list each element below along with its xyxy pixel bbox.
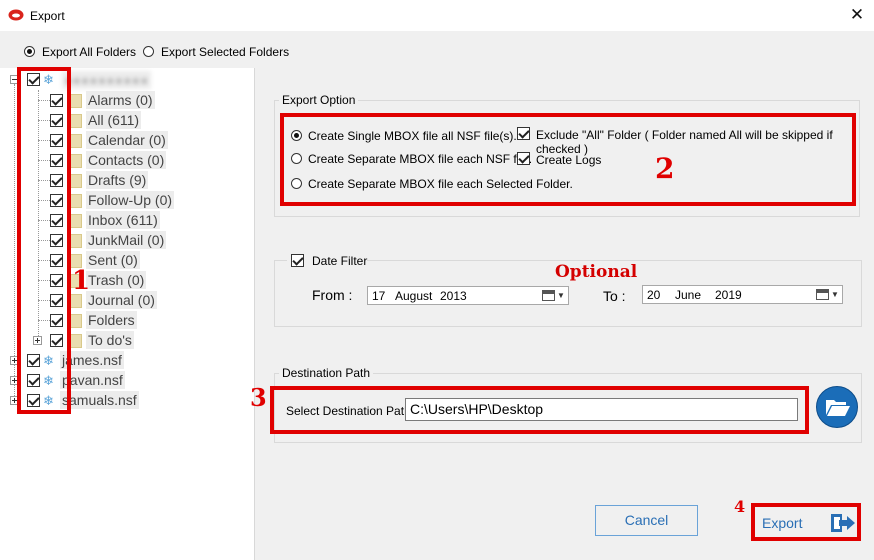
chevron-down-icon[interactable]: ▼ xyxy=(831,290,839,299)
tree-item-alarms[interactable]: Alarms (0) xyxy=(86,91,155,109)
exclude-all-checkbox[interactable] xyxy=(517,127,530,140)
to-date-picker[interactable]: 20 June 2019 ▼ xyxy=(642,285,843,304)
separate-mbox-folder-radio[interactable] xyxy=(291,178,302,189)
tree-item-drafts[interactable]: Drafts (9) xyxy=(86,171,149,189)
destination-path-input[interactable]: C:\Users\HP\Desktop xyxy=(405,398,798,421)
export-all-folders-label[interactable]: Export All Folders xyxy=(42,45,136,59)
exclude-all-label[interactable]: Exclude "All" Folder ( Folder named All … xyxy=(536,128,874,156)
tree-item-inbox[interactable]: Inbox (611) xyxy=(86,211,160,229)
tree-item-samuals-nsf[interactable]: samuals.nsf xyxy=(60,391,139,409)
export-all-folders-radio[interactable] xyxy=(24,46,35,57)
tree-item-trash[interactable]: Trash (0) xyxy=(86,271,147,289)
calendar-icon[interactable] xyxy=(542,290,555,301)
tree-item-contacts[interactable]: Contacts (0) xyxy=(86,151,167,169)
date-filter-label[interactable]: Date Filter xyxy=(312,254,367,268)
separate-mbox-nsf-radio[interactable] xyxy=(291,153,302,164)
cancel-button[interactable]: Cancel xyxy=(595,505,698,536)
chevron-down-icon[interactable]: ▼ xyxy=(557,291,565,300)
annotation-number-1: 1 xyxy=(72,266,91,296)
tree-item-all[interactable]: All (611) xyxy=(86,111,142,129)
tree-guide-line xyxy=(14,84,15,402)
export-button[interactable]: Export xyxy=(751,503,861,541)
app-logo-icon xyxy=(8,9,24,21)
single-mbox-label[interactable]: Create Single MBOX file all NSF file(s). xyxy=(308,129,517,143)
optional-annotation: Optional xyxy=(555,262,638,282)
to-label: To : xyxy=(603,288,626,304)
tree-item-calendar[interactable]: Calendar (0) xyxy=(86,131,168,149)
open-folder-icon xyxy=(826,400,850,416)
from-date-picker[interactable]: 17 August 2013 ▼ xyxy=(367,286,569,305)
export-selected-folders-radio[interactable] xyxy=(143,46,154,57)
export-arrow-icon xyxy=(831,514,855,532)
from-month: August xyxy=(395,289,433,303)
create-logs-label[interactable]: Create Logs xyxy=(536,153,601,167)
separate-mbox-nsf-label[interactable]: Create Separate MBOX file each NSF file. xyxy=(308,152,532,166)
export-selected-folders-label[interactable]: Export Selected Folders xyxy=(161,45,289,59)
root-label: ●●●●●●●●●● xyxy=(62,71,151,89)
tree-item-junkmail[interactable]: JunkMail (0) xyxy=(86,231,167,249)
tree-item-to-dos[interactable]: To do's xyxy=(86,331,134,349)
separate-mbox-folder-label[interactable]: Create Separate MBOX file each Selected … xyxy=(308,177,573,191)
select-destination-label: Select Destination Path xyxy=(286,404,411,418)
export-option-title: Export Option xyxy=(279,93,359,107)
tree-item-journal[interactable]: Journal (0) xyxy=(86,291,157,309)
from-label: From : xyxy=(312,287,353,303)
annotation-number-2: 2 xyxy=(655,152,675,185)
annotation-number-3: 3 xyxy=(250,383,267,412)
annotation-number-4: 4 xyxy=(734,497,746,516)
calendar-icon[interactable] xyxy=(816,289,829,300)
tree-item-folders[interactable]: Folders xyxy=(86,311,137,329)
tree-item-sent[interactable]: Sent (0) xyxy=(86,251,140,269)
single-mbox-radio[interactable] xyxy=(291,130,302,141)
to-year: 2019 xyxy=(715,288,742,302)
from-day: 17 xyxy=(372,289,386,303)
to-month: June xyxy=(675,288,702,302)
close-icon[interactable]: ✕ xyxy=(846,4,868,26)
annotation-box-1 xyxy=(17,67,71,414)
window-title: Export xyxy=(30,9,65,23)
date-filter-checkbox[interactable] xyxy=(291,254,304,267)
destination-path-title: Destination Path xyxy=(279,366,374,380)
from-year: 2013 xyxy=(440,289,467,303)
create-logs-checkbox[interactable] xyxy=(517,152,530,165)
export-button-label: Export xyxy=(762,515,803,531)
to-day: 20 xyxy=(647,288,661,302)
tree-item-follow-up[interactable]: Follow-Up (0) xyxy=(86,191,175,209)
title-bar: Export ✕ xyxy=(0,0,874,31)
browse-folder-button[interactable] xyxy=(816,386,858,428)
